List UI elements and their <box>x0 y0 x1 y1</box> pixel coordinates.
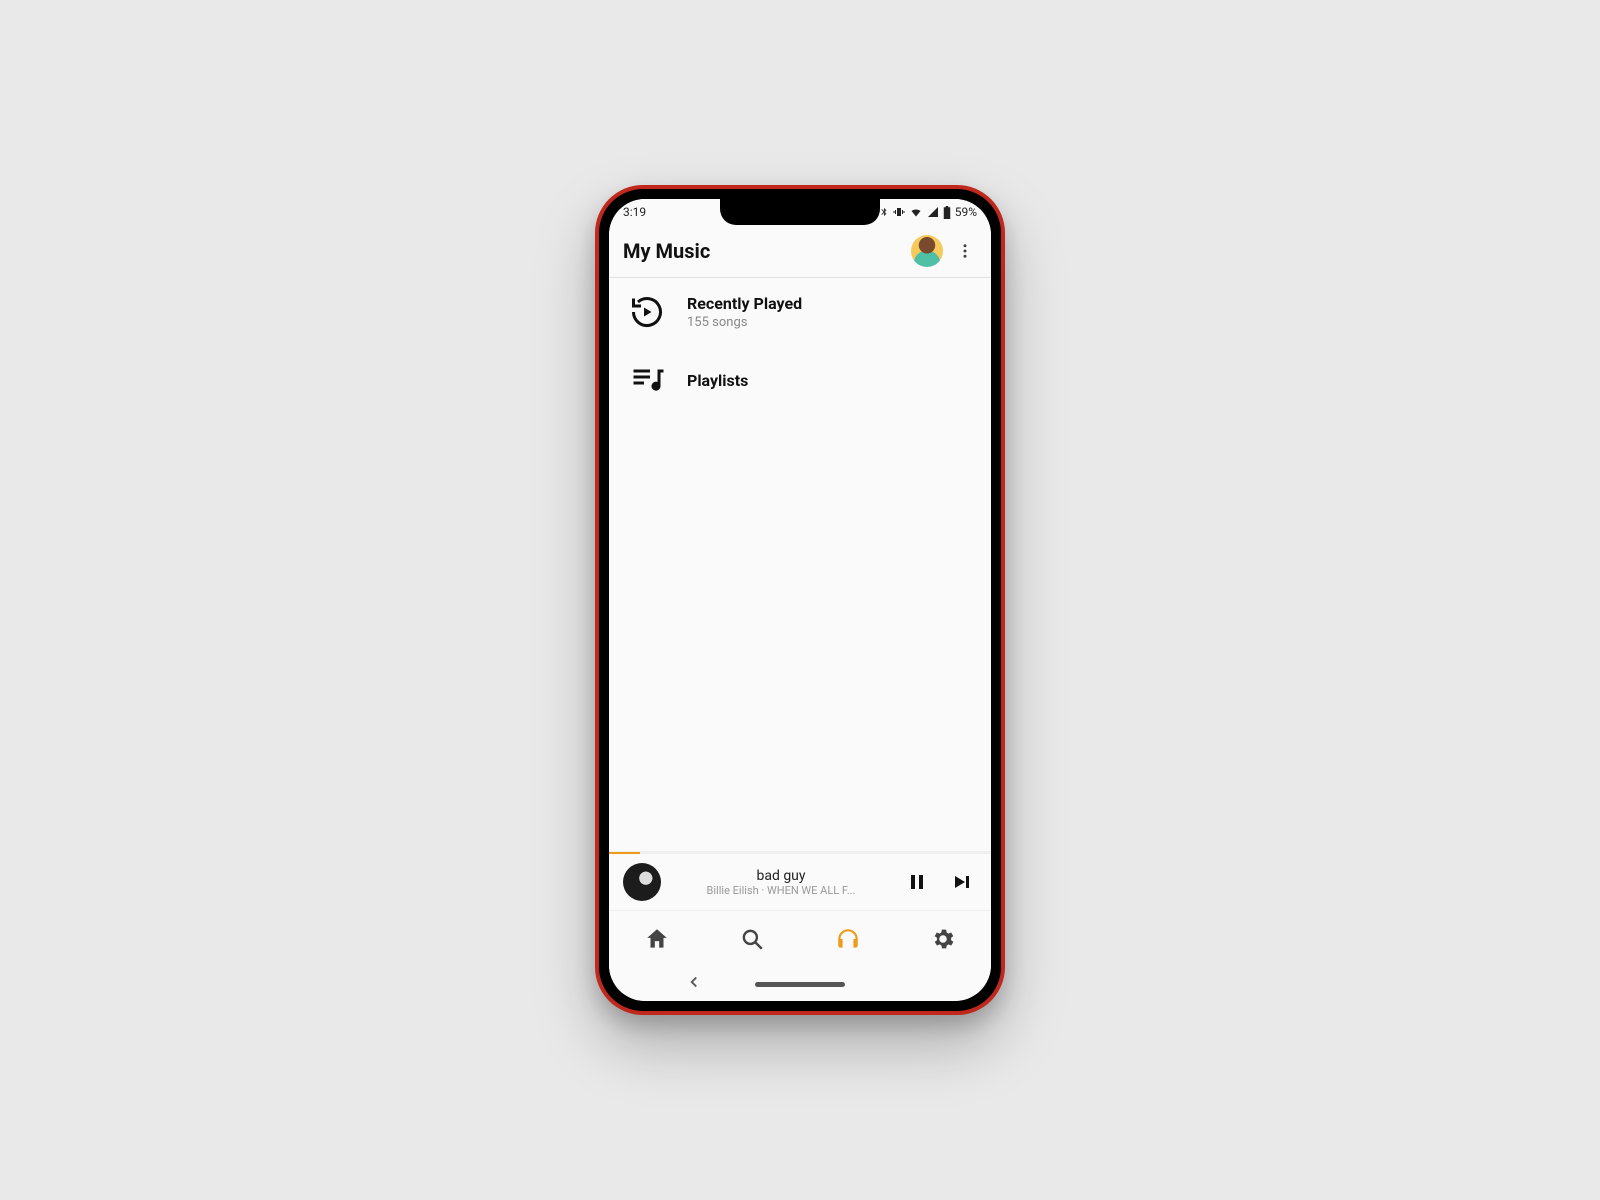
wifi-icon <box>909 206 923 218</box>
vibrate-icon <box>893 206 905 218</box>
track-title: bad guy <box>673 868 889 884</box>
progress-fill <box>609 852 640 854</box>
list-item-subtitle: 155 songs <box>687 315 802 330</box>
list-item-title: Recently Played <box>687 294 802 313</box>
nav-home[interactable] <box>635 917 679 961</box>
nav-search[interactable] <box>730 917 774 961</box>
history-play-icon <box>629 294 665 330</box>
nav-library[interactable] <box>826 917 870 961</box>
search-icon <box>739 926 765 952</box>
battery-icon <box>943 206 951 219</box>
album-art[interactable] <box>623 863 661 901</box>
skip-next-icon <box>949 870 973 894</box>
system-nav-bar <box>609 967 991 1001</box>
list-item-playlists[interactable]: Playlists <box>609 346 991 414</box>
progress-bar[interactable] <box>609 852 991 854</box>
phone-frame: 3:19 59% My Music <box>595 185 1005 1015</box>
chevron-left-icon <box>685 973 703 991</box>
status-icons: 59% <box>879 205 977 219</box>
pause-button[interactable] <box>901 866 933 898</box>
nav-settings[interactable] <box>921 917 965 961</box>
list-item-recently-played[interactable]: Recently Played 155 songs <box>609 278 991 346</box>
content-area: Recently Played 155 songs <box>609 278 991 851</box>
system-back-button[interactable] <box>685 973 703 995</box>
pause-icon <box>905 870 929 894</box>
display-notch <box>720 199 880 225</box>
bottom-nav <box>609 910 991 967</box>
home-icon <box>644 926 670 952</box>
gear-icon <box>930 926 956 952</box>
page-title: My Music <box>623 239 911 263</box>
system-home-pill[interactable] <box>755 982 845 987</box>
track-artist-album: Billie Eilish · WHEN WE ALL F... <box>673 884 889 897</box>
avatar[interactable] <box>911 235 943 267</box>
more-options-button[interactable] <box>953 239 977 263</box>
bluetooth-icon <box>879 206 889 218</box>
track-info[interactable]: bad guy Billie Eilish · WHEN WE ALL F... <box>673 868 889 897</box>
cell-signal-icon <box>927 206 939 218</box>
status-time: 3:19 <box>623 205 646 219</box>
mini-player[interactable]: bad guy Billie Eilish · WHEN WE ALL F... <box>609 851 991 910</box>
headphones-icon <box>835 926 861 952</box>
app-bar: My Music <box>609 225 991 278</box>
list-item-title: Playlists <box>687 371 748 390</box>
playlist-music-icon <box>629 362 665 398</box>
battery-percent: 59% <box>955 205 977 219</box>
next-button[interactable] <box>945 866 977 898</box>
more-vert-icon <box>956 242 974 260</box>
